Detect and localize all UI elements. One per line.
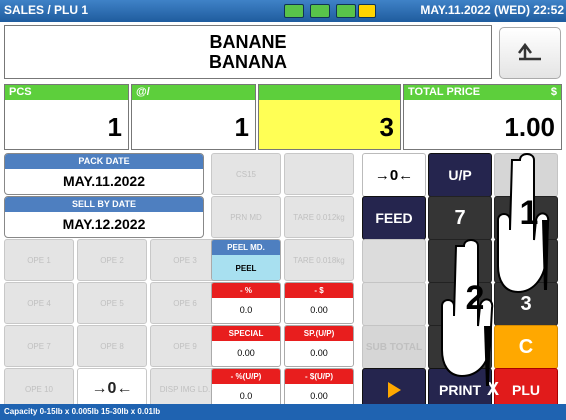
- blank-key-1[interactable]: [284, 153, 354, 195]
- total-price-value: 1.00: [504, 112, 555, 142]
- pack-date-value: MAY.11.2022: [63, 173, 145, 189]
- ope7-key[interactable]: OPE 7: [4, 325, 74, 367]
- percent-discount-label: - %: [212, 283, 280, 298]
- pcs-value: 1: [107, 112, 122, 142]
- quantity-field[interactable]: 3: [258, 84, 401, 150]
- amount-unit-price-label: - $(U/P): [285, 369, 353, 384]
- peel-mode-value: PEEL: [212, 255, 280, 280]
- special-price-key[interactable]: SPECIAL 0.00: [211, 325, 281, 367]
- subtotal-key[interactable]: SUB TOTAL: [362, 325, 426, 369]
- sell-by-date-label: SELL BY DATE: [5, 197, 203, 212]
- callout-2: 2: [465, 279, 485, 317]
- ope1-key[interactable]: OPE 1: [4, 239, 74, 281]
- top-bar: SALES / PLU 1 MAY.11.2022 (WED) 22:52: [0, 0, 566, 22]
- percent-unit-price-label: - %(U/P): [212, 369, 280, 384]
- tare-key-2[interactable]: TARE 0.018kg: [284, 239, 354, 281]
- sell-by-date-value: MAY.12.2022: [62, 216, 146, 232]
- ope4-key[interactable]: OPE 4: [4, 282, 74, 324]
- peel-mode-key[interactable]: PEEL MD. PEEL: [211, 239, 281, 281]
- special-price-label: SPECIAL: [212, 326, 280, 341]
- ope3-key[interactable]: OPE 3: [150, 239, 220, 281]
- print-mode-key[interactable]: PRN MD: [211, 196, 281, 238]
- datetime: MAY.11.2022 (WED) 22:52: [420, 3, 564, 17]
- unit-price-label: @/: [132, 85, 255, 100]
- unit-price-field[interactable]: @/ 1: [131, 84, 256, 150]
- special-price-value: 0.00: [237, 348, 255, 358]
- pcs-label: PCS: [5, 85, 128, 100]
- cs15-key[interactable]: CS15: [211, 153, 281, 195]
- quantity-header: [259, 85, 400, 100]
- pcs-field[interactable]: PCS 1: [4, 84, 129, 150]
- ope6-key[interactable]: OPE 6: [150, 282, 220, 324]
- ope5-key[interactable]: OPE 5: [77, 282, 147, 324]
- zero-key[interactable]: →0←: [362, 153, 426, 197]
- total-price-field: TOTAL PRICE $ 1.00: [403, 84, 562, 150]
- pack-date-card[interactable]: PACK DATE MAY.11.2022: [4, 153, 204, 195]
- unit-price-value: 1: [234, 112, 249, 142]
- mode-title: SALES / PLU 1: [4, 3, 89, 17]
- back-button[interactable]: [499, 27, 561, 79]
- capacity-footer: Capacity 0-15lb x 0.005lb 15-30lb x 0.01…: [0, 404, 566, 420]
- amount-discount-label: - $: [285, 283, 353, 298]
- product-name-line1: BANANE: [209, 32, 287, 52]
- percent-discount-key[interactable]: - % 0.0: [211, 282, 281, 324]
- special-unit-price-key[interactable]: SP.(U/P) 0.00: [284, 325, 354, 367]
- blank-right-key-1[interactable]: [362, 239, 426, 283]
- percent-discount-value: 0.0: [239, 305, 253, 315]
- product-name-display: BANANE BANANA: [4, 25, 492, 79]
- ope2-key[interactable]: OPE 2: [77, 239, 147, 281]
- callout-1: 1: [519, 194, 539, 232]
- return-arrow-icon: [518, 42, 541, 61]
- network-status-icon: [310, 4, 330, 18]
- unit-price-key[interactable]: U/P: [428, 153, 492, 197]
- key-7[interactable]: 7: [428, 196, 492, 240]
- amount-discount-value: 0.00: [310, 305, 328, 315]
- special-unit-price-value: 0.00: [310, 348, 328, 358]
- label-icon: [358, 4, 376, 18]
- feed-key[interactable]: FEED: [362, 196, 426, 240]
- currency-symbol: $: [550, 86, 557, 98]
- total-price-label: TOTAL PRICE $: [404, 85, 561, 100]
- tare-key-1[interactable]: TARE 0.012kg: [284, 196, 354, 238]
- product-name-line2: BANANA: [209, 52, 287, 72]
- scale-status-icon: [284, 4, 304, 18]
- blank-right-key-2[interactable]: [362, 282, 426, 326]
- battery-icon: [336, 4, 356, 18]
- amount-discount-key[interactable]: - $ 0.00: [284, 282, 354, 324]
- quantity-value: 3: [379, 112, 394, 142]
- special-unit-price-label: SP.(U/P): [285, 326, 353, 341]
- ope8-key[interactable]: OPE 8: [77, 325, 147, 367]
- peel-mode-label: PEEL MD.: [212, 240, 280, 255]
- sell-by-date-card[interactable]: SELL BY DATE MAY.12.2022: [4, 196, 204, 238]
- total-price-title: TOTAL PRICE: [408, 86, 481, 98]
- ope9-key[interactable]: OPE 9: [150, 325, 220, 367]
- play-arrow-icon: [388, 382, 401, 398]
- pack-date-label: PACK DATE: [5, 154, 203, 169]
